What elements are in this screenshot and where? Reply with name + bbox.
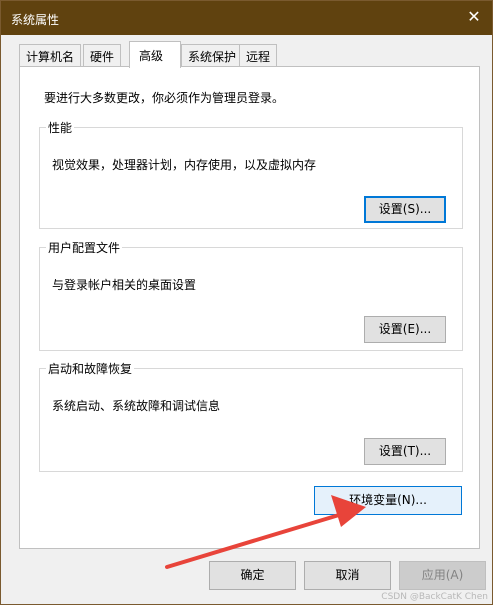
cancel-button[interactable]: 取消 xyxy=(304,561,391,590)
performance-settings-button[interactable]: 设置(S)... xyxy=(364,196,446,223)
user-profiles-settings-button[interactable]: 设置(E)... xyxy=(364,316,446,343)
user-profiles-description: 与登录帐户相关的桌面设置 xyxy=(52,278,197,292)
tab-computer-name[interactable]: 计算机名 xyxy=(19,44,82,66)
tab-remote[interactable]: 远程 xyxy=(239,44,278,66)
tab-label: 高级 xyxy=(139,49,164,63)
window-title: 系统属性 xyxy=(11,13,60,27)
performance-title: 性能 xyxy=(48,121,73,135)
tab-hardware[interactable]: 硬件 xyxy=(83,44,122,66)
apply-button[interactable]: 应用(A) xyxy=(399,561,486,590)
user-profiles-title: 用户配置文件 xyxy=(48,241,121,255)
watermark: CSDN @BackCatK Chen xyxy=(381,592,488,602)
advanced-tab-panel: 要进行大多数更改，你必须作为管理员登录。 性能 视觉效果，处理器计划，内存使用，… xyxy=(19,66,480,549)
tab-label: 系统保护 xyxy=(188,50,237,64)
tab-label: 远程 xyxy=(246,50,271,64)
startup-recovery-group: 启动和故障恢复 系统启动、系统故障和调试信息 设置(T)... xyxy=(39,360,463,472)
tab-system-protection[interactable]: 系统保护 xyxy=(181,44,244,66)
startup-recovery-settings-button[interactable]: 设置(T)... xyxy=(364,438,446,465)
performance-group: 性能 视觉效果，处理器计划，内存使用，以及虚拟内存 设置(S)... xyxy=(39,119,463,229)
close-icon[interactable]: ✕ xyxy=(462,5,486,29)
system-properties-dialog: 系统属性 ✕ 计算机名 硬件 高级 系统保护 远程 要进行大多数更改，你必须作为… xyxy=(0,0,493,605)
environment-variables-button[interactable]: 环境变量(N)... xyxy=(314,486,462,515)
user-profiles-group: 用户配置文件 与登录帐户相关的桌面设置 设置(E)... xyxy=(39,239,463,351)
title-bar[interactable]: 系统属性 ✕ xyxy=(1,1,492,35)
tab-label: 计算机名 xyxy=(26,50,75,64)
ok-button[interactable]: 确定 xyxy=(209,561,296,590)
tab-advanced[interactable]: 高级 xyxy=(129,41,181,68)
tab-label: 硬件 xyxy=(90,50,115,64)
startup-recovery-title: 启动和故障恢复 xyxy=(48,362,133,376)
admin-notice: 要进行大多数更改，你必须作为管理员登录。 xyxy=(44,91,285,105)
startup-recovery-description: 系统启动、系统故障和调试信息 xyxy=(52,399,221,413)
performance-description: 视觉效果，处理器计划，内存使用，以及虚拟内存 xyxy=(52,158,317,172)
